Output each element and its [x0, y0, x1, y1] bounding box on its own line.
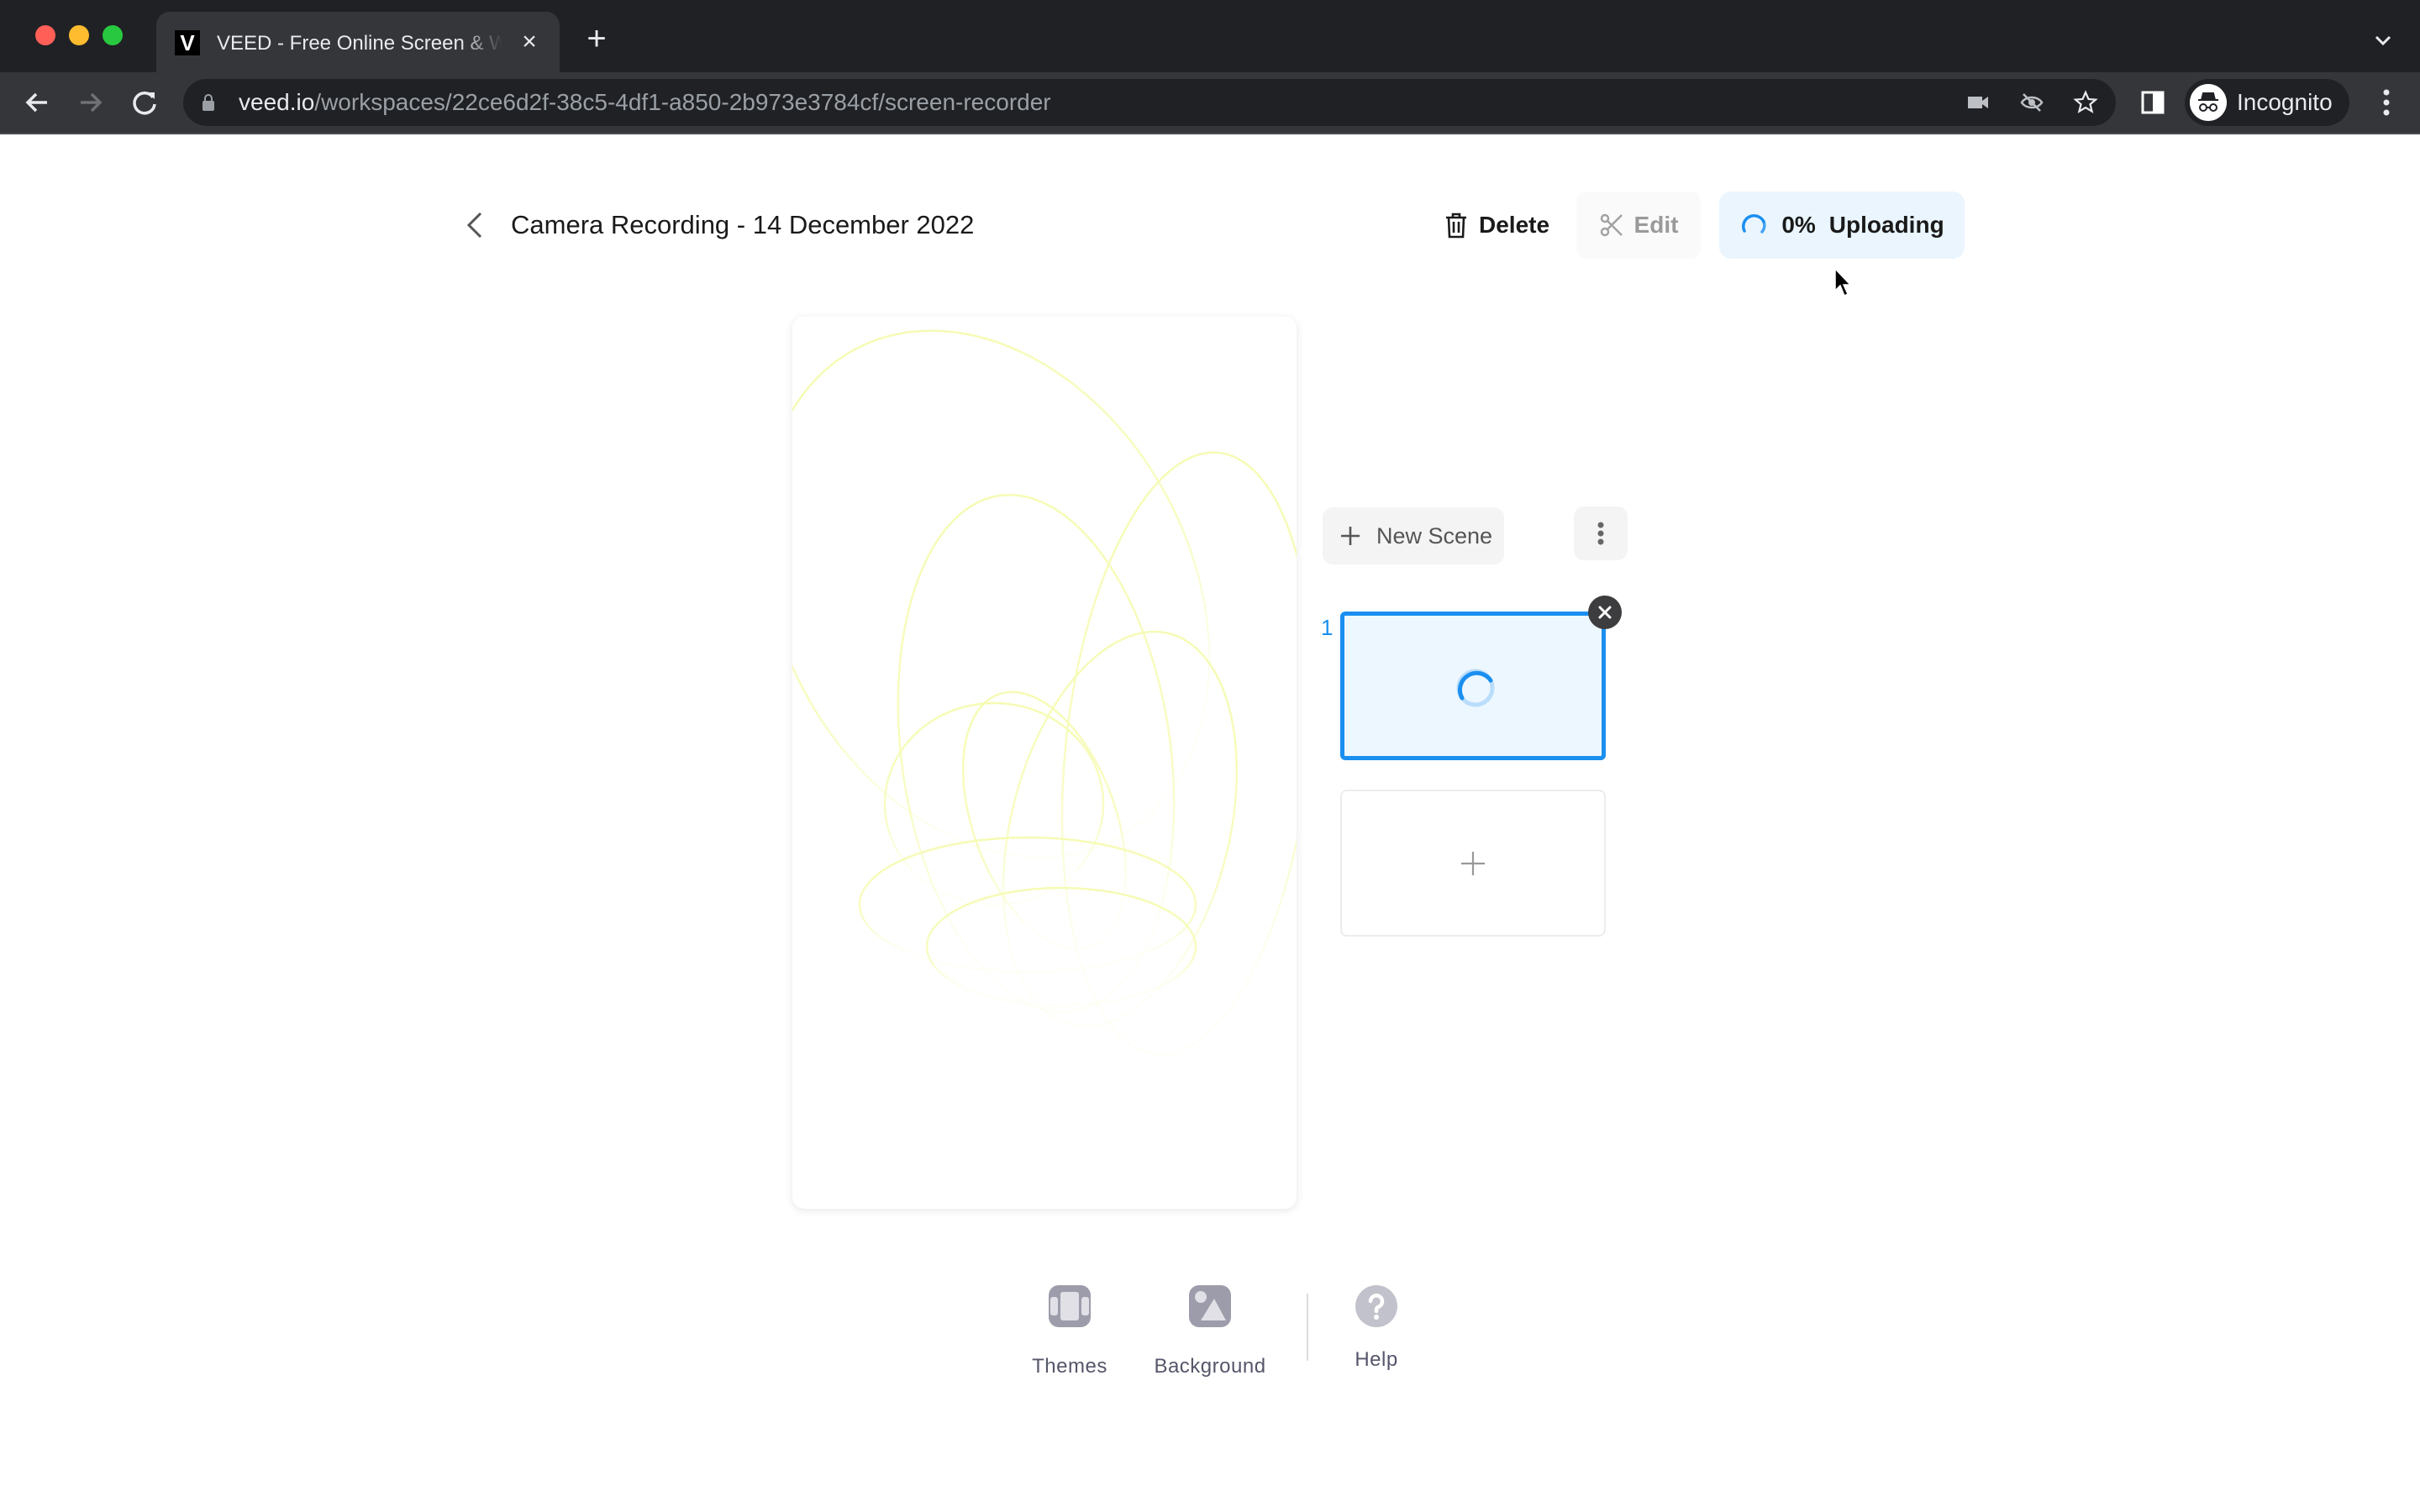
upload-status-button[interactable]: 0% Uploading: [1719, 192, 1965, 259]
browser-tab-strip: V VEED - Free Online Screen & Webcam Rec…: [0, 0, 2420, 72]
scene-number: 1: [1321, 615, 1334, 640]
decor-ring: [1060, 451, 1297, 1056]
mouse-cursor-icon: [1834, 267, 1852, 297]
delete-label: Delete: [1479, 212, 1550, 238]
scene-thumbnail-selected[interactable]: [1340, 612, 1606, 760]
window-maximize-button[interactable]: [103, 25, 123, 45]
help-label: Help: [1355, 1348, 1398, 1371]
upload-status-label: Uploading: [1828, 212, 1944, 238]
delete-button[interactable]: Delete: [1434, 198, 1560, 252]
incognito-profile-button[interactable]: Incognito: [2185, 79, 2349, 126]
window-minimize-button[interactable]: [69, 25, 89, 45]
side-panel-icon[interactable]: [2138, 87, 2168, 118]
edit-label: Edit: [1634, 212, 1679, 238]
decor-ring: [792, 329, 1211, 858]
scissors-icon: [1600, 213, 1623, 237]
tab-search-chevron-icon[interactable]: [2368, 25, 2398, 55]
address-bar[interactable]: veed.io/workspaces/22ce6d2f-38c5-4df1-a8…: [183, 79, 2116, 126]
plus-icon: [1341, 527, 1360, 545]
preview-decoration: [792, 329, 1297, 1056]
themes-label: Themes: [1032, 1355, 1107, 1378]
decor-ring: [883, 701, 1105, 906]
upload-percent: 0%: [1781, 212, 1816, 238]
forward-arrow-icon[interactable]: [72, 84, 109, 121]
url-text[interactable]: veed.io/workspaces/22ce6d2f-38c5-4df1-a8…: [239, 87, 1051, 118]
edit-button[interactable]: Edit: [1576, 192, 1701, 259]
tab-close-icon[interactable]: ×: [514, 27, 544, 57]
lock-icon[interactable]: [202, 94, 215, 111]
add-scene-card[interactable]: [1340, 790, 1606, 937]
loading-spinner-icon: [1456, 669, 1495, 707]
camera-in-use-icon[interactable]: [1965, 89, 1991, 116]
incognito-label: Incognito: [2237, 89, 2333, 115]
back-chevron-icon[interactable]: [460, 207, 489, 244]
browser-menu-icon[interactable]: [2371, 84, 2402, 121]
browser-toolbar: veed.io/workspaces/22ce6d2f-38c5-4df1-a8…: [0, 72, 2420, 134]
background-label: Background: [1154, 1355, 1266, 1378]
themes-button[interactable]: Themes: [998, 1284, 1141, 1378]
incognito-icon: [2190, 84, 2227, 121]
window-close-button[interactable]: [35, 25, 55, 45]
new-tab-button[interactable]: +: [580, 22, 613, 55]
eye-off-icon[interactable]: [2018, 89, 2045, 116]
help-icon: [1355, 1285, 1397, 1327]
reload-icon[interactable]: [126, 84, 163, 121]
recording-preview[interactable]: [792, 317, 1297, 1209]
close-icon: [1598, 606, 1612, 619]
tab-title: VEED - Free Online Screen & Webcam Recor…: [217, 32, 502, 55]
bookmark-star-icon[interactable]: [2072, 89, 2099, 116]
decor-ring: [897, 493, 1176, 1014]
page-title[interactable]: Camera Recording - 14 December 2022: [511, 208, 974, 242]
browser-tab-active[interactable]: V VEED - Free Online Screen & Webcam Rec…: [156, 12, 560, 72]
new-scene-label: New Scene: [1376, 522, 1493, 549]
help-button[interactable]: Help: [1305, 1284, 1448, 1372]
url-path: /workspaces/22ce6d2f-38c5-4df1-a850-2b97…: [314, 89, 1051, 115]
background-image-icon: [1189, 1285, 1231, 1327]
scenes-more-options-button[interactable]: [1574, 507, 1628, 560]
remove-scene-button[interactable]: [1588, 596, 1622, 629]
url-host: veed.io: [239, 89, 315, 115]
trash-icon: [1446, 213, 1466, 239]
themes-icon: [1049, 1285, 1091, 1327]
background-button[interactable]: Background: [1139, 1284, 1281, 1378]
kebab-menu-icon: [1597, 522, 1604, 545]
veed-favicon-icon: V: [175, 30, 200, 55]
upload-spinner-icon: [1742, 214, 1766, 234]
back-arrow-icon[interactable]: [18, 84, 55, 121]
new-scene-button[interactable]: New Scene: [1323, 507, 1504, 564]
plus-icon: [1461, 852, 1485, 875]
